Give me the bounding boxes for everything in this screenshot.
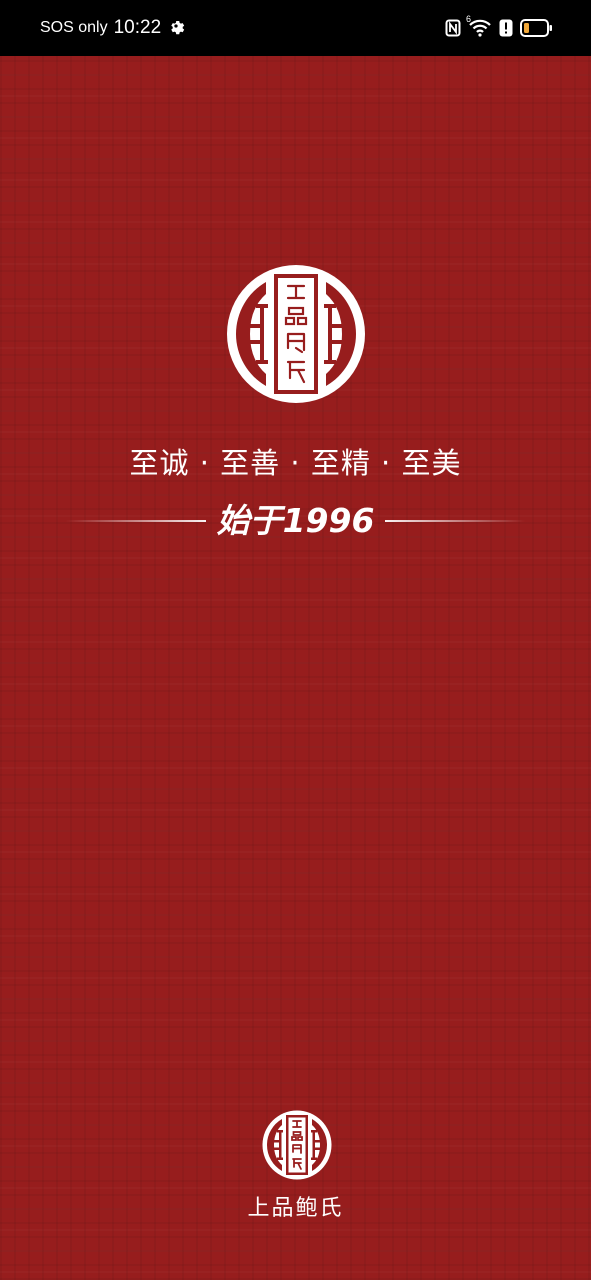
- status-left: SOS only 10:22: [40, 0, 185, 56]
- clock: 10:22: [113, 17, 162, 38]
- network-badge: 6: [466, 14, 472, 24]
- brand-motto: 至诚 · 至善 · 至精 · 至美: [129, 446, 462, 480]
- brand-seal-logo-small: [262, 1110, 332, 1180]
- alert-icon: [499, 19, 513, 37]
- since-row: 始于1996: [0, 498, 591, 544]
- status-right: 6: [445, 0, 553, 56]
- splash-screen: SOS only 10:22 6 至诚 · 至善 · 至精 · 至美 始于199…: [0, 0, 591, 1280]
- gear-icon: [167, 17, 185, 39]
- since-text: 始于1996: [216, 501, 375, 540]
- decorative-divider-right: [385, 520, 525, 522]
- wifi-icon: 6: [466, 14, 492, 38]
- brand-name: 上品鲍氏: [247, 1196, 344, 1221]
- carrier-status: SOS only: [40, 19, 108, 36]
- nfc-icon: [445, 19, 461, 37]
- status-bar: SOS only 10:22 6: [0, 0, 591, 56]
- battery-icon: [520, 19, 553, 37]
- decorative-divider-left: [66, 520, 206, 522]
- brand-seal-logo: [226, 264, 366, 404]
